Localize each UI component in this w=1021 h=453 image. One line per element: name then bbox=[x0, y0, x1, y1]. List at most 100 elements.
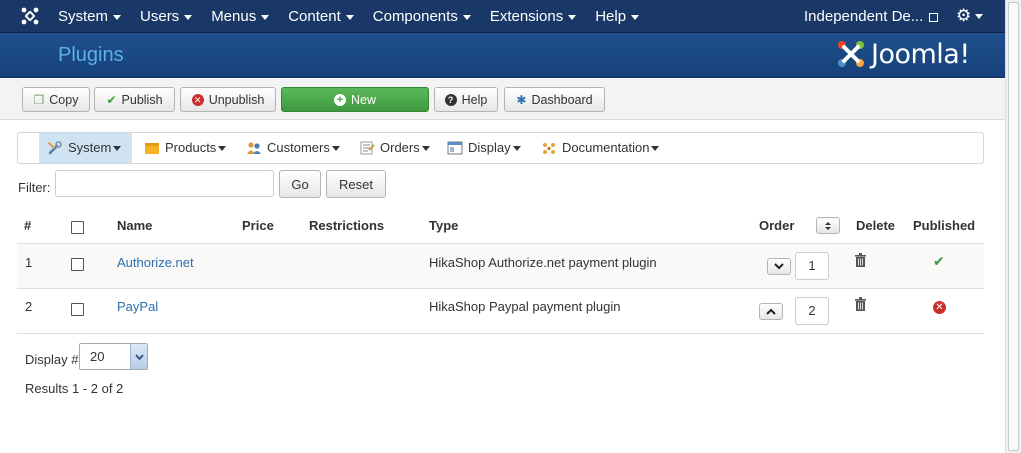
submenu-customers[interactable]: Customers bbox=[238, 133, 346, 163]
select-all-checkbox[interactable] bbox=[71, 221, 84, 234]
submenu-orders-label: Orders bbox=[380, 140, 420, 155]
submenu-products[interactable]: Products bbox=[136, 133, 232, 163]
copy-button[interactable]: ❐ Copy bbox=[22, 87, 90, 112]
plugin-name-link[interactable]: PayPal bbox=[117, 299, 158, 314]
column-header-name[interactable]: Name bbox=[117, 218, 152, 233]
menu-users[interactable]: Users bbox=[140, 0, 193, 33]
column-header-number: # bbox=[24, 218, 32, 233]
menu-components-label: Components bbox=[372, 8, 458, 25]
new-button[interactable]: + New bbox=[281, 87, 429, 112]
hikashop-submenu: System Products Customers Orders Display… bbox=[17, 132, 984, 164]
caret-down-icon bbox=[512, 145, 521, 151]
joomla-brand-icon bbox=[838, 41, 864, 67]
order-input[interactable]: 2 bbox=[795, 297, 829, 325]
vertical-scrollbar[interactable] bbox=[1005, 0, 1021, 453]
column-header-type[interactable]: Type bbox=[429, 218, 458, 233]
site-name-link[interactable]: Independent De... bbox=[804, 0, 939, 33]
submenu-orders[interactable]: Orders bbox=[351, 133, 436, 163]
caret-down-icon bbox=[184, 14, 193, 20]
dashboard-button[interactable]: ✱ Dashboard bbox=[504, 87, 605, 112]
users-icon bbox=[247, 142, 261, 154]
user-menu-button[interactable]: ⚙ bbox=[956, 6, 984, 26]
submenu-system-label: System bbox=[68, 140, 112, 155]
results-count: Results 1 - 2 of 2 bbox=[25, 381, 124, 396]
page-header: Plugins Joomla! bbox=[0, 33, 1005, 78]
reset-button[interactable]: Reset bbox=[326, 170, 386, 198]
submenu-documentation[interactable]: Documentation bbox=[533, 133, 665, 163]
copy-icon: ❐ bbox=[33, 92, 45, 107]
copy-button-label: Copy bbox=[49, 92, 79, 107]
publish-button[interactable]: ✔ Publish bbox=[94, 87, 175, 112]
row-checkbox[interactable] bbox=[71, 258, 84, 271]
chevron-up-icon bbox=[766, 308, 776, 315]
chevron-down-icon bbox=[774, 263, 784, 270]
chevron-down-icon bbox=[134, 353, 144, 360]
caret-down-icon bbox=[975, 14, 984, 20]
joomla-brand-text: Joomla! bbox=[871, 38, 970, 70]
move-up-button[interactable] bbox=[759, 303, 783, 320]
help-button[interactable]: ? Help bbox=[434, 87, 498, 112]
submenu-system[interactable]: System bbox=[39, 133, 132, 163]
submenu-display[interactable]: Display bbox=[439, 133, 527, 163]
order-input[interactable]: 1 bbox=[795, 252, 829, 280]
orders-icon bbox=[360, 141, 375, 155]
documentation-icon bbox=[543, 143, 555, 154]
plugin-name-link[interactable]: Authorize.net bbox=[117, 255, 194, 270]
submenu-display-label: Display bbox=[468, 140, 511, 155]
column-header-published[interactable]: Published bbox=[913, 218, 975, 233]
caret-down-icon bbox=[421, 145, 430, 151]
dashboard-icon: ✱ bbox=[516, 92, 527, 107]
caret-down-icon bbox=[462, 14, 471, 20]
row-number: 2 bbox=[25, 299, 33, 314]
menu-extensions-label: Extensions bbox=[489, 8, 564, 25]
trash-icon[interactable] bbox=[855, 253, 866, 267]
display-count-select[interactable]: 20 bbox=[79, 343, 148, 370]
display-icon bbox=[447, 141, 463, 155]
caret-down-icon bbox=[331, 145, 340, 151]
column-header-restrictions: Restrictions bbox=[309, 218, 385, 233]
menu-menus[interactable]: Menus bbox=[211, 0, 270, 33]
unpublish-button[interactable]: ✕ Unpublish bbox=[180, 87, 276, 112]
filter-label: Filter: bbox=[18, 180, 51, 195]
joomla-logo-icon[interactable] bbox=[20, 6, 40, 26]
column-header-price: Price bbox=[242, 218, 274, 233]
menu-help[interactable]: Help bbox=[595, 0, 640, 33]
caret-down-icon bbox=[568, 14, 577, 20]
joomla-brand: Joomla! bbox=[835, 37, 970, 71]
scrollbar-thumb[interactable] bbox=[1008, 2, 1019, 451]
unpublished-x-icon[interactable]: ✕ bbox=[933, 301, 946, 314]
move-down-button[interactable] bbox=[767, 258, 791, 275]
plugin-type: HikaShop Authorize.net payment plugin bbox=[429, 255, 657, 270]
menu-menus-label: Menus bbox=[211, 8, 257, 25]
top-navbar: System Users Menus Content Components Ex… bbox=[0, 0, 1005, 33]
plugin-type: HikaShop Paypal payment plugin bbox=[429, 299, 621, 314]
unpublish-button-label: Unpublish bbox=[208, 92, 265, 107]
menu-help-label: Help bbox=[595, 8, 627, 25]
box-icon bbox=[145, 143, 159, 154]
caret-down-icon bbox=[261, 14, 270, 20]
save-order-button[interactable] bbox=[816, 217, 840, 234]
go-button[interactable]: Go bbox=[279, 170, 321, 198]
caret-down-icon bbox=[345, 14, 354, 20]
site-name-label: Independent De... bbox=[804, 8, 924, 25]
published-check-icon[interactable]: ✔ bbox=[933, 253, 945, 270]
plus-circle-icon: + bbox=[333, 93, 346, 106]
menu-components[interactable]: Components bbox=[373, 0, 471, 33]
menu-content-label: Content bbox=[288, 8, 341, 25]
external-link-icon bbox=[929, 12, 939, 22]
menu-system[interactable]: System bbox=[58, 0, 122, 33]
menu-extensions[interactable]: Extensions bbox=[489, 0, 577, 33]
menu-system-label: System bbox=[58, 8, 109, 25]
submenu-documentation-label: Documentation bbox=[562, 140, 650, 155]
trash-icon[interactable] bbox=[855, 297, 866, 311]
select-arrow bbox=[130, 344, 147, 369]
help-button-label: Help bbox=[461, 92, 488, 107]
gear-icon: ⚙ bbox=[956, 6, 972, 25]
row-checkbox[interactable] bbox=[71, 303, 84, 316]
row-divider bbox=[17, 333, 984, 334]
menu-content[interactable]: Content bbox=[288, 0, 354, 33]
row-divider bbox=[17, 288, 984, 289]
filter-input[interactable] bbox=[55, 170, 274, 197]
sort-icon bbox=[825, 221, 831, 230]
column-header-order[interactable]: Order bbox=[759, 218, 794, 233]
